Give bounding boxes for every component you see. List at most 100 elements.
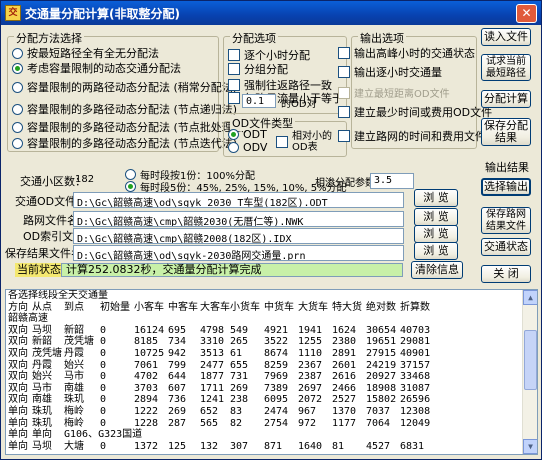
output-cell: 0 xyxy=(100,405,107,417)
group-distribute-check[interactable]: 分组分配 xyxy=(228,61,288,77)
output-cell: 马坝 xyxy=(32,324,52,336)
check-label: 建立最少时间或费用OD文件 xyxy=(354,106,493,119)
output-cell: 新韶 xyxy=(64,324,84,336)
output-cell: 2380 xyxy=(332,336,357,348)
scroll-down-icon[interactable]: ▼ xyxy=(523,439,537,454)
check-label: 建立最短距离OD文件 xyxy=(354,89,450,100)
output-cell: 梅岭 xyxy=(64,405,84,417)
method-option[interactable]: 按最短路径全有全无分配法 xyxy=(12,45,159,61)
scroll-up-icon[interactable]: ▲ xyxy=(523,290,537,305)
checkbox-icon xyxy=(276,136,288,148)
output-cell: 2387 xyxy=(298,371,323,383)
select-output-button[interactable]: 选择输出 xyxy=(481,178,531,196)
check-label: 分组分配 xyxy=(244,63,288,76)
output-cell: 绝对数 xyxy=(366,301,396,313)
output-cell: 马坝 xyxy=(32,440,52,452)
close-button[interactable]: 关 闭 xyxy=(481,265,531,283)
browse-index-button[interactable]: 浏 览 xyxy=(414,225,458,243)
checkbox-icon xyxy=(228,63,240,75)
output-cell: 269 xyxy=(230,382,249,394)
min-time-od-check[interactable]: 建立最少时间或费用OD文件 xyxy=(338,104,492,120)
output-cell: 607 xyxy=(168,382,187,394)
output-peak-check[interactable]: 输出高峰小时的交通状态 xyxy=(338,45,475,61)
output-cell: 644 xyxy=(168,371,187,383)
output-cell: 马市 xyxy=(64,371,84,383)
radio-icon xyxy=(12,121,23,133)
method-option[interactable]: 容量限制的多路径动态分配法 (节点递归法) xyxy=(12,101,237,117)
save-file-label: 保存结果文件名 xyxy=(5,247,82,260)
network-file-input[interactable]: D:\Gc\韶赣高速\cmp\韶赣2030(无厝仁等).NWK xyxy=(73,211,404,227)
output-cell: 655 xyxy=(230,359,249,371)
output-heading: 各选择线段全天交通量 xyxy=(6,290,537,302)
output-cell: 单向 xyxy=(32,429,52,441)
od-type-odt[interactable]: ODT xyxy=(228,128,267,141)
method-option[interactable]: 考虑容量限制的动态交通分配法 xyxy=(12,60,181,76)
output-cell: 单向 xyxy=(8,429,28,441)
checkbox-icon xyxy=(228,92,240,104)
traffic-state-button[interactable]: 交通状态 xyxy=(481,238,531,256)
output-cell: 1228 xyxy=(134,417,159,429)
method-option[interactable]: 容量限制的多路径动态分配法 (节点批处理法) xyxy=(12,119,248,135)
od-index-input[interactable]: D:\Gc\韶赣高速\cmp\韶赣2008(182区).IDX xyxy=(73,228,404,244)
output-cell: 特大货 xyxy=(332,301,362,313)
output-cell: 4527 xyxy=(366,440,391,452)
od-file-input[interactable]: D:\Gc\韶赣高速\od\sgyk_2030_T车型(182区).ODT xyxy=(73,192,404,208)
title-bar[interactable]: 交 交通量分配计算(非取整分配) ✕ xyxy=(1,1,541,25)
status-text: 计算252.0832秒，交通量分配计算完成 xyxy=(61,263,403,277)
save-results-button[interactable]: 保存分配结果 xyxy=(481,118,531,146)
radio-label: 容量限制的多路径动态分配法 (节点递归法) xyxy=(27,103,238,116)
threshold-input[interactable]: 0.1 xyxy=(242,94,276,108)
clear-info-button[interactable]: 清除信息 xyxy=(411,261,463,279)
output-cell: 2697 xyxy=(298,382,323,394)
save-network-results-button[interactable]: 保存路网结果文件 xyxy=(481,207,531,234)
scroll-thumb[interactable] xyxy=(524,330,537,390)
browse-network-button[interactable]: 浏 览 xyxy=(414,208,458,226)
radio-label: ODT xyxy=(243,128,267,141)
zones-value: 182 xyxy=(75,174,95,185)
method-option[interactable]: 容量限制的两路径动态分配法 (稍常分配法) xyxy=(12,79,237,95)
output-cell: 单向 xyxy=(8,405,28,417)
method-option[interactable]: 容量限制的多路径动态分配法 (节点迭代法) xyxy=(12,135,237,151)
output-cell: 2367 xyxy=(298,359,323,371)
output-cell: 珠玑 xyxy=(64,394,84,406)
relative-od-check[interactable]: 相对小的OD表 xyxy=(276,131,346,153)
browse-od-button[interactable]: 浏 览 xyxy=(414,189,458,207)
radio-icon xyxy=(12,47,23,59)
output-cell: 7064 xyxy=(366,417,391,429)
trial-shortest-button[interactable]: 试求当前最短路径 xyxy=(481,54,531,81)
output-cell: 0 xyxy=(100,382,107,394)
radio-label: 容量限制的两路径动态分配法 (稍常分配法) xyxy=(27,81,238,94)
browse-save-button[interactable]: 浏 览 xyxy=(414,242,458,260)
output-row: 双向 始兴 马市 0 4702 644 1877 731 7969 2387 2616 20927 33… xyxy=(6,371,537,383)
read-file-button[interactable]: 读入文件 xyxy=(481,28,531,46)
button-label: 选择输出 xyxy=(484,180,528,193)
param-input[interactable]: 3.5 xyxy=(370,173,414,189)
param-label: 相渗分配参数 xyxy=(315,178,375,189)
shortest-distance-od-check: 建立最短距离OD文件 xyxy=(338,85,450,100)
output-cell: 0 xyxy=(100,336,107,348)
close-window-icon[interactable]: ✕ xyxy=(516,4,537,23)
output-hourly-check[interactable]: 输出逐小时交通量 xyxy=(338,64,442,80)
output-cell: 18908 xyxy=(366,382,397,394)
output-cell: 6831 xyxy=(400,440,425,452)
button-label: 保存分配结果 xyxy=(484,119,528,144)
output-cell: 1372 xyxy=(134,440,159,452)
output-cell: 2527 xyxy=(332,394,357,406)
distribute-button[interactable]: 分配计算 xyxy=(481,90,531,108)
od-type-odv[interactable]: ODV xyxy=(228,141,267,154)
output-cell: 1222 xyxy=(134,405,159,417)
radio-label: 考虑容量限制的动态交通分配法 xyxy=(27,62,181,75)
output-cell: 折算数 xyxy=(400,301,430,313)
save-file-input[interactable]: D:\Gc\韶赣高速\od\sgyk-2030路网交通量.prn xyxy=(73,245,404,261)
button-label: 交通状态 xyxy=(484,240,528,253)
output-cell: 731 xyxy=(230,371,249,383)
results-output[interactable]: 各选择线段全天交通量 方向 从点 到点 初始量 小客车 中客车 大客车 小货车 中货车 大货车 特大货… xyxy=(5,289,538,455)
output-cell: 双向 xyxy=(8,371,28,383)
network-cost-check[interactable]: 建立路网的时间和费用文件 xyxy=(338,128,486,144)
output-cell: 61 xyxy=(230,347,243,359)
output-cell: 马市 xyxy=(32,382,52,394)
output-row: 单向 珠玑 梅岭 0 1228 287 565 82 2754 972 1177 7064 12049 xyxy=(6,418,537,430)
vertical-scrollbar[interactable]: ▲ ▼ xyxy=(522,290,537,454)
output-cell: 8259 xyxy=(264,359,289,371)
output-cell: 始兴 xyxy=(32,371,52,383)
